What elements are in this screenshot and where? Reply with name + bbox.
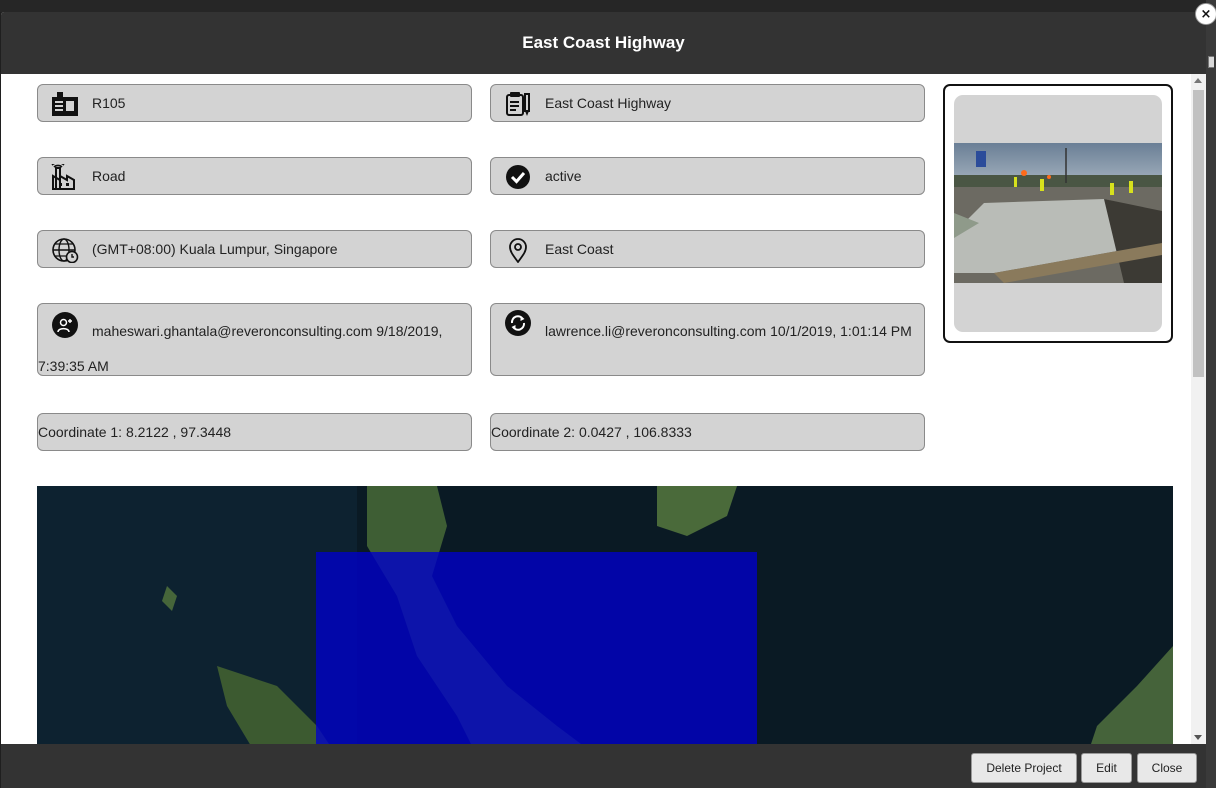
- project-type-value: Road: [92, 168, 126, 184]
- updated-by-field: lawrence.li@reveronconsulting.com 10/1/2…: [490, 303, 925, 376]
- scroll-up-arrow-icon[interactable]: [1194, 78, 1202, 83]
- location-field: East Coast: [490, 230, 925, 268]
- timezone-value: (GMT+08:00) Kuala Lumpur, Singapore: [92, 241, 338, 257]
- scroll-down-arrow-icon[interactable]: [1194, 735, 1202, 740]
- created-by-value: maheswari.ghantala@reveronconsulting.com…: [38, 323, 443, 374]
- background-edge: [1206, 0, 1216, 788]
- project-code-field: R105: [37, 84, 472, 122]
- location-value: East Coast: [545, 241, 614, 257]
- project-bounding-area: [316, 552, 757, 744]
- coordinate-1-value: Coordinate 1: 8.2122 , 97.3448: [38, 424, 232, 440]
- top-strip: [0, 0, 1216, 12]
- scroll-thumb[interactable]: [1193, 90, 1204, 377]
- project-type-field: Road: [37, 157, 472, 195]
- project-status-field: active: [490, 157, 925, 195]
- dialog-content: R105 East Coast Highway Road active (GMT…: [1, 74, 1191, 744]
- timezone-field: (GMT+08:00) Kuala Lumpur, Singapore: [37, 230, 472, 268]
- project-image-frame: [954, 95, 1162, 332]
- delete-project-button[interactable]: Delete Project: [971, 753, 1077, 783]
- factory-signal-icon: [51, 164, 75, 190]
- satellite-map-image: [37, 486, 1173, 744]
- project-dialog: East Coast Highway R105 East Coast Highw…: [1, 12, 1206, 788]
- close-button[interactable]: Close: [1137, 753, 1197, 783]
- globe-clock-icon: [52, 238, 79, 263]
- updated-by-value: lawrence.li@reveronconsulting.com 10/1/2…: [545, 323, 912, 339]
- project-name-field: East Coast Highway: [490, 84, 925, 122]
- document-pen-icon: [506, 92, 530, 116]
- content-scrollbar[interactable]: [1191, 74, 1206, 744]
- project-map[interactable]: [37, 486, 1173, 744]
- project-status-value: active: [545, 168, 582, 184]
- coordinate-2-value: Coordinate 2: 0.0427 , 106.8333: [491, 424, 692, 440]
- dialog-title: East Coast Highway: [522, 33, 685, 52]
- coordinate-1-field: Coordinate 1: 8.2122 , 97.3448: [37, 413, 472, 451]
- check-circle-icon: [506, 165, 530, 189]
- map-pin-icon: [509, 238, 527, 263]
- close-icon[interactable]: ×: [1195, 3, 1216, 25]
- project-name-value: East Coast Highway: [545, 95, 672, 111]
- edit-button[interactable]: Edit: [1081, 753, 1132, 783]
- dialog-footer: Delete Project Edit Close: [1, 744, 1206, 788]
- background-fragment: [1208, 56, 1214, 68]
- dialog-header: East Coast Highway: [1, 12, 1206, 74]
- id-card-icon: [52, 92, 78, 116]
- project-photo: [954, 143, 1162, 283]
- created-by-field: maheswari.ghantala@reveronconsulting.com…: [37, 303, 472, 376]
- coordinate-2-field: Coordinate 2: 0.0427 , 106.8333: [490, 413, 925, 451]
- project-image-card: [943, 84, 1173, 343]
- project-code-value: R105: [92, 95, 126, 111]
